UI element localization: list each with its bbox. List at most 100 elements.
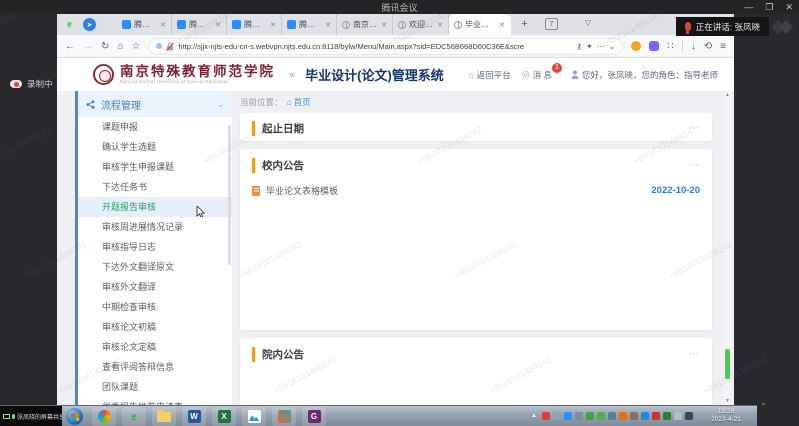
refresh-icon[interactable]: ↻ xyxy=(101,41,109,52)
tray-icon[interactable] xyxy=(575,412,583,420)
tab-njts[interactable]: 南京特殊教... ✕ xyxy=(337,14,393,35)
tab-meeting-4[interactable]: 腾讯会议 ✕ xyxy=(282,14,337,35)
taskbar-word-icon[interactable]: W xyxy=(182,407,206,426)
sidebar-item-excellent-report[interactable]: 优秀报告推荐申请表 xyxy=(78,397,232,405)
sidebar-item-midterm-check[interactable]: 中期检查审核 xyxy=(78,297,232,317)
notice-item[interactable]: 毕业论文表格模板 2022-10-20 xyxy=(240,180,712,197)
collapse-sidebar-icon[interactable]: « xyxy=(289,69,295,81)
back-platform-link[interactable]: ⌂ 返回平台 xyxy=(468,69,510,81)
taskbar-explorer-icon[interactable] xyxy=(152,407,176,426)
window-count-icon[interactable]: 7 xyxy=(545,18,558,30)
home-icon[interactable]: ⌂ xyxy=(117,41,123,52)
sidebar-item-topic-apply[interactable]: 课题申报 xyxy=(78,117,232,137)
address-bar[interactable]: http://sjjx-njts-edu-cn-s.webvpn.njts.ed… xyxy=(148,38,623,55)
favorite-icon[interactable]: ☆ xyxy=(131,41,140,52)
windows-flag-icon xyxy=(70,412,79,421)
tab-close-icon[interactable]: ✕ xyxy=(215,21,221,29)
breadcrumb-home-link[interactable]: ⌂ 首页 xyxy=(287,96,311,108)
taskbar-clock[interactable]: 19:28 2023-4-21 xyxy=(697,408,755,425)
nav-shortcut-icon[interactable]: ➤ xyxy=(83,18,96,31)
close-icon[interactable]: ✕ xyxy=(785,2,793,13)
card-menu-icon[interactable]: ⋯ xyxy=(689,349,700,360)
scroll-down-icon[interactable]: ▼ xyxy=(724,398,731,404)
tab-close-icon[interactable]: ✕ xyxy=(160,21,166,29)
sidebar-item-proposal-review[interactable]: 开题报告审核 xyxy=(78,197,232,217)
taskbar-excel-icon[interactable]: X xyxy=(212,407,236,426)
tab-close-icon[interactable]: ✕ xyxy=(325,21,331,29)
tab-thesis-active[interactable]: 毕业设计（论 ✕ xyxy=(449,14,511,35)
card-menu-icon[interactable]: ⋯ xyxy=(689,160,700,171)
tray-icon[interactable] xyxy=(564,412,572,420)
tray-icon[interactable] xyxy=(619,412,627,420)
sidebar-item-view-defense-info[interactable]: 查看评阅答辩信息 xyxy=(78,357,232,377)
sidebar-item-weekly-progress[interactable]: 审核周进展情况记录 xyxy=(78,217,232,237)
tencent-meeting-logo-icon xyxy=(765,15,799,39)
tab-welcome[interactable]: 欢迎访问 ✕ xyxy=(393,14,449,35)
page-scrollbar[interactable]: ▲ ▼ xyxy=(724,91,731,405)
tab-close-icon[interactable]: ✕ xyxy=(270,21,276,29)
apps-grid-icon[interactable]: ∷ xyxy=(667,41,673,52)
taskbar-photos-icon[interactable] xyxy=(272,407,296,426)
tray-icon[interactable] xyxy=(641,412,649,420)
restore-icon[interactable]: ❐ xyxy=(765,2,773,13)
tray-icon[interactable] xyxy=(652,412,660,420)
tray-icon[interactable] xyxy=(553,412,561,420)
taskbar-360-safety-icon[interactable] xyxy=(92,407,116,426)
scrollbar-thumb[interactable] xyxy=(725,349,730,379)
minimize-icon[interactable]: — xyxy=(744,2,753,12)
sidebar-scrollbar[interactable] xyxy=(228,125,231,265)
browser-logo-icon[interactable]: e xyxy=(63,18,76,31)
start-button[interactable] xyxy=(66,408,83,425)
sidebar-item-assign-translation[interactable]: 下达外文翻译原文 xyxy=(78,257,232,277)
sidebar-item-review-draft[interactable]: 审核论文初稿 xyxy=(78,317,232,337)
hidden-icons-chevron[interactable]: ▲ xyxy=(531,413,537,419)
sidebar-item-confirm-selection[interactable]: 确认学生选题 xyxy=(78,137,232,157)
tray-icon[interactable] xyxy=(597,412,605,420)
back-icon[interactable]: ← xyxy=(65,41,75,52)
tab-meeting-1[interactable]: 腾讯会议 ✕ xyxy=(117,14,172,35)
notice-title[interactable]: 毕业论文表格模板 xyxy=(266,184,338,197)
tab-close-icon[interactable]: ✕ xyxy=(499,21,505,29)
url-text[interactable]: http://sjjx-njts-edu-cn-s.webvpn.njts.ed… xyxy=(178,42,572,51)
chevron-down-icon[interactable]: ⌄ xyxy=(609,42,616,51)
extension-purple-icon[interactable] xyxy=(649,41,659,51)
sidebar-item-review-final[interactable]: 审核论文定稿 xyxy=(78,337,232,357)
tray-icon[interactable] xyxy=(685,412,693,420)
tab-meeting-2[interactable]: 腾讯会议 ✕ xyxy=(172,14,227,35)
sidebar-item-review-student-topics[interactable]: 审核学生申报课题 xyxy=(78,157,232,177)
mic-icon xyxy=(685,22,691,31)
restore-session-icon[interactable]: ⟲ xyxy=(704,41,712,52)
taskbar-browser-icon[interactable]: e xyxy=(122,407,146,426)
tab-close-icon[interactable]: ✕ xyxy=(381,21,387,29)
chevron-down-icon: ⌄ xyxy=(217,100,224,109)
tray-icon[interactable] xyxy=(630,412,638,420)
messages-link[interactable]: ◎ 消 息 1 xyxy=(522,69,552,81)
more-icon[interactable]: ⋯ xyxy=(597,42,605,51)
extension-orange-icon[interactable] xyxy=(631,41,641,51)
taskbar-g-app-icon[interactable]: G xyxy=(302,407,326,426)
forward-icon[interactable]: → xyxy=(83,41,93,52)
tray-icon[interactable] xyxy=(608,412,616,420)
sidebar-item-review-translation[interactable]: 审核外文翻译 xyxy=(78,277,232,297)
tab-meeting-3[interactable]: 腾讯会议 ✕ xyxy=(227,14,282,35)
download-icon[interactable]: ↓ xyxy=(691,41,696,52)
tray-icon[interactable] xyxy=(663,412,671,420)
sidebar-item-team-topic[interactable]: 团队课题 xyxy=(78,377,232,397)
new-tab-button[interactable]: + xyxy=(517,17,532,32)
taskbar-meeting-icon[interactable] xyxy=(242,407,266,426)
tab-close-icon[interactable]: ✕ xyxy=(437,21,443,29)
tray-icon[interactable] xyxy=(586,412,594,420)
password-key-icon[interactable]: ⚷ xyxy=(576,42,582,51)
card-menu-icon[interactable]: ⋯ xyxy=(689,123,700,134)
filter-icon[interactable]: ▽ xyxy=(585,18,591,27)
sidebar-item-guidance-log[interactable]: 审核指导日志 xyxy=(78,237,232,257)
collapse-chevron-icon[interactable]: ⌄ xyxy=(760,398,767,407)
zap-icon[interactable]: ✦ xyxy=(586,42,593,51)
card-title: 院内公告 xyxy=(252,347,304,362)
menu-icon[interactable]: ≡ xyxy=(720,41,726,52)
scroll-up-icon[interactable]: ▲ xyxy=(724,92,731,98)
sidebar-item-assign-task[interactable]: 下达任务书 xyxy=(78,177,232,197)
tray-icon[interactable] xyxy=(674,412,682,420)
sidebar-group-process[interactable]: 流程管理 ⌄ xyxy=(78,91,232,117)
tray-icon[interactable] xyxy=(542,412,550,420)
